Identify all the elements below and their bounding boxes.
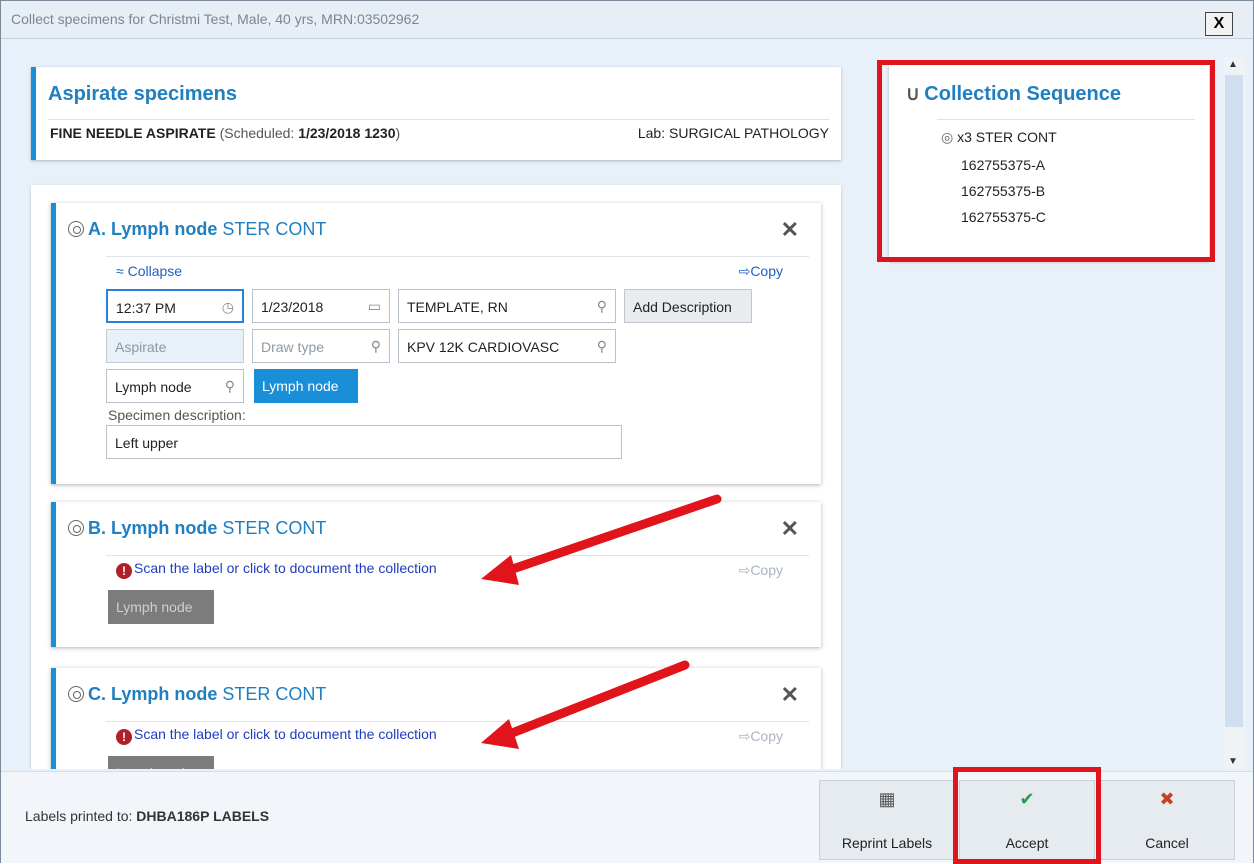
copy-icon: ⇨ — [738, 263, 751, 279]
divider — [106, 721, 809, 722]
collapse-link[interactable]: ≈ Collapse — [116, 263, 182, 279]
source-tag-button[interactable]: Lymph node — [254, 369, 358, 403]
divider — [106, 555, 809, 556]
copy-icon: ⇨ — [738, 728, 751, 744]
sequence-highlight-box — [877, 60, 1215, 262]
description-input[interactable]: Left upper — [106, 425, 622, 459]
specimen-b-title: B. Lymph node STER CONT — [68, 518, 326, 539]
aspirate-heading: Aspirate specimens — [48, 83, 237, 105]
scroll-down-icon[interactable]: ▼ — [1228, 756, 1238, 767]
document-collection-link-b[interactable]: ! Scan the label or click to document the… — [116, 560, 437, 579]
add-description-button[interactable]: Add Description — [624, 289, 752, 323]
procedure-info: FINE NEEDLE ASPIRATE (Scheduled: 1/23/20… — [50, 125, 400, 141]
target-icon — [68, 686, 84, 702]
divider — [106, 256, 809, 257]
accept-highlight-box — [953, 767, 1101, 864]
labels-printed-info: Labels printed to: DHBA186P LABELS — [25, 808, 270, 824]
vertical-scrollbar[interactable]: ▲ ▼ — [1223, 57, 1245, 769]
draw-type-field[interactable]: Draw type ⚲ — [252, 329, 390, 363]
target-icon — [68, 520, 84, 536]
window-title: Collect specimens for Christmi Test, Mal… — [11, 11, 420, 27]
specimen-c-title: C. Lymph node STER CONT — [68, 684, 326, 705]
specimen-card-b[interactable]: B. Lymph node STER CONT ✕ ! Scan the labe… — [51, 502, 821, 647]
copy-link-c: ⇨Copy — [738, 728, 783, 744]
search-icon[interactable]: ⚲ — [225, 378, 235, 395]
cancel-button[interactable]: ✖ Cancel — [1099, 780, 1235, 860]
close-button[interactable]: X — [1205, 12, 1233, 36]
specimen-b-container: STER CONT — [222, 518, 327, 538]
calendar-icon[interactable]: ▭ — [368, 298, 381, 315]
location-field[interactable]: KPV 12K CARDIOVASC ⚲ — [398, 329, 616, 363]
search-icon[interactable]: ⚲ — [371, 338, 381, 355]
copy-icon: ⇨ — [738, 562, 751, 578]
search-icon[interactable]: ⚲ — [597, 338, 607, 355]
source-field[interactable]: Lymph node ⚲ — [106, 369, 244, 403]
specimen-a-container: STER CONT — [222, 219, 327, 239]
document-collection-link-c[interactable]: ! Scan the label or click to document the… — [116, 726, 437, 745]
specimen-card-a[interactable]: A. Lymph node STER CONT ✕ ≈ Collapse ⇨Co… — [51, 203, 821, 484]
specimen-c-container: STER CONT — [222, 684, 327, 704]
remove-specimen-b-icon[interactable]: ✕ — [781, 516, 799, 542]
description-label: Specimen description: — [108, 407, 246, 423]
collect-specimens-dialog: Collect specimens for Christmi Test, Mal… — [0, 0, 1254, 864]
target-icon — [68, 221, 84, 237]
printer-name: DHBA186P LABELS — [136, 808, 270, 824]
title-bar: Collect specimens for Christmi Test, Mal… — [1, 1, 1253, 39]
method-field: Aspirate — [106, 329, 244, 363]
scheduled-suffix: ) — [395, 125, 401, 141]
close-icon: ✖ — [1159, 789, 1175, 809]
lab-name: Lab: SURGICAL PATHOLOGY — [637, 125, 829, 141]
scheduled-value: 1/23/2018 1230 — [298, 125, 396, 141]
alert-icon: ! — [116, 563, 132, 579]
scheduled-prefix: (Scheduled: — [219, 125, 299, 141]
specimen-a-title: A. Lymph node STER CONT — [68, 219, 326, 240]
divider — [48, 119, 829, 120]
specimen-card-c[interactable]: C. Lymph node STER CONT ✕ ! Scan the labe… — [51, 668, 821, 769]
aspirate-specimens-card: Aspirate specimens FINE NEEDLE ASPIRATE … — [31, 67, 841, 160]
scroll-thumb[interactable] — [1225, 75, 1243, 727]
source-tag-b: Lymph node — [108, 590, 214, 624]
remove-specimen-c-icon[interactable]: ✕ — [781, 682, 799, 708]
date-field[interactable]: 1/23/2018 ▭ — [252, 289, 390, 323]
printer-icon: ▦ — [878, 789, 896, 809]
chevron-up-icon: ≈ — [116, 263, 124, 279]
search-icon[interactable]: ⚲ — [597, 298, 607, 315]
remove-specimen-a-icon[interactable]: ✕ — [781, 217, 799, 243]
clock-icon[interactable]: ◷ — [222, 299, 234, 316]
copy-link-b: ⇨Copy — [738, 562, 783, 578]
copy-link-a[interactable]: ⇨Copy — [739, 263, 783, 280]
procedure-name: FINE NEEDLE ASPIRATE — [50, 125, 216, 141]
reprint-labels-button[interactable]: ▦ Reprint Labels — [819, 780, 955, 860]
collector-field[interactable]: TEMPLATE, RN ⚲ — [398, 289, 616, 323]
scroll-up-icon[interactable]: ▲ — [1228, 59, 1238, 70]
alert-icon: ! — [116, 729, 132, 745]
source-tag-c: Lymph node — [108, 756, 214, 769]
time-field[interactable]: 12:37 PM ◷ — [106, 289, 244, 323]
